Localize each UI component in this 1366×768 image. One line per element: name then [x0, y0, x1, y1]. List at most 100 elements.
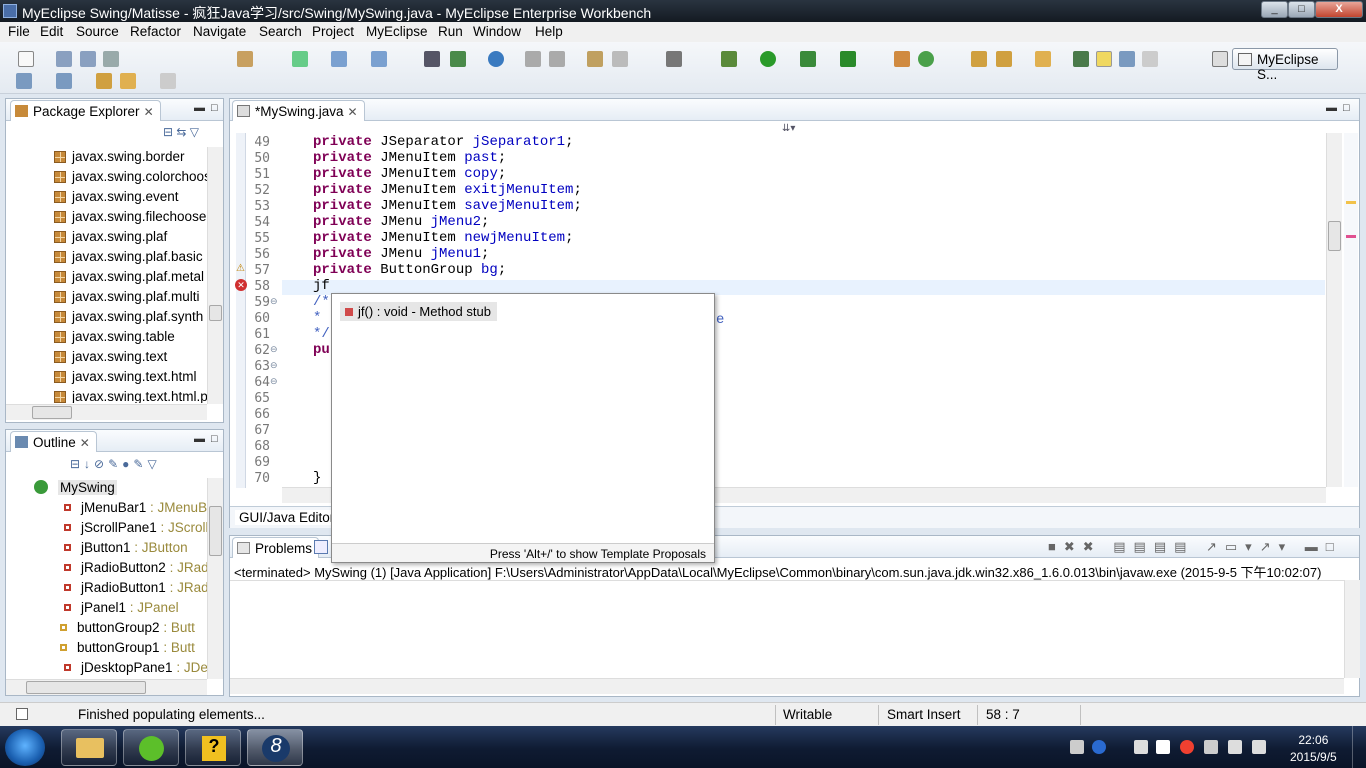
code-line[interactable]: /* — [313, 294, 330, 310]
perspective-switcher[interactable]: MyEclipse S... — [1232, 48, 1338, 82]
close-button[interactable]: X — [1315, 1, 1363, 18]
console-tab-icon[interactable] — [314, 540, 328, 554]
print-icon[interactable] — [103, 51, 119, 67]
pin-icon[interactable] — [1073, 51, 1089, 67]
prev-annotation-icon[interactable] — [56, 73, 72, 89]
run-icon[interactable] — [760, 51, 776, 67]
editor-vscrollbar[interactable] — [1326, 133, 1342, 487]
table-row[interactable]: jButton1 : JButton — [34, 538, 210, 558]
tab-package-explorer[interactable]: Package Explorer ✕ — [10, 100, 161, 121]
myeclipse-taskbar-button[interactable]: 8 — [247, 729, 303, 766]
code-line[interactable]: private JMenuItem newjMenuItem; — [313, 230, 573, 246]
list-item[interactable]: javax.swing.plaf.basic — [54, 247, 208, 267]
code-line[interactable]: private JMenuItem exitjMenuItem; — [313, 182, 582, 198]
outline-hscrollbar[interactable] — [6, 679, 207, 695]
last-edit-icon[interactable] — [96, 73, 112, 89]
tab-gui-java-editor[interactable]: GUI/Java Editor — [235, 510, 339, 525]
menu-refactor[interactable]: Refactor — [130, 24, 181, 39]
table-row[interactable]: buttonGroup1 : Butt — [34, 638, 210, 658]
list-item[interactable]: javax.swing.plaf.synth — [54, 307, 208, 327]
help-taskbar-button[interactable]: ? — [185, 729, 241, 766]
code-line[interactable]: private JMenuItem savejMenuItem; — [313, 198, 582, 214]
code-line[interactable]: jf — [313, 278, 330, 294]
list-item[interactable]: javax.swing.colorchoos — [54, 167, 208, 187]
fast-view-icon[interactable] — [16, 708, 28, 720]
console-toolbar-icons[interactable]: ■✖✖ ▤▤▤▤ ↗▭▾↗▾ ▬□ — [1048, 539, 1342, 555]
maximize-button[interactable]: □ — [1288, 1, 1315, 18]
fold-toggle-icon[interactable]: ⊖ — [270, 360, 278, 371]
highlight-icon[interactable] — [1096, 51, 1112, 67]
fold-marker-icon[interactable]: ⇊▾ — [782, 123, 795, 134]
list-item[interactable]: javax.swing.text.html — [54, 367, 208, 387]
search-tool-icon[interactable] — [996, 51, 1012, 67]
menu-help[interactable]: Help — [535, 24, 563, 39]
menu-file[interactable]: File — [8, 24, 30, 39]
close-icon[interactable]: ✕ — [348, 105, 358, 119]
next-annotation-icon[interactable] — [16, 73, 32, 89]
menu-run[interactable]: Run — [438, 24, 463, 39]
start-button[interactable] — [5, 729, 45, 766]
server-icon[interactable] — [292, 51, 308, 67]
proposal-footer[interactable]: Press 'Alt+/' to show Template Proposals — [332, 543, 714, 562]
code-line[interactable]: private JMenuItem copy; — [313, 166, 506, 182]
fold-toggle-icon[interactable]: ⊖ — [270, 344, 278, 355]
code-line[interactable]: */ — [313, 326, 330, 342]
new-package-icon[interactable] — [918, 51, 934, 67]
table-row[interactable]: jDesktopPane1 : JDe — [34, 658, 210, 678]
minimize-button[interactable]: _ — [1261, 1, 1288, 18]
tab-problems[interactable]: Problems — [232, 537, 320, 558]
back-icon[interactable] — [120, 73, 136, 89]
action-center-icon[interactable] — [1156, 740, 1170, 754]
table-row[interactable]: jRadioButton1 : JRad — [34, 578, 210, 598]
team-icon[interactable] — [424, 51, 440, 67]
show-whitespace-icon[interactable] — [1119, 51, 1135, 67]
system-clock[interactable]: 22:06 2015/9/5 — [1290, 732, 1337, 766]
list-item[interactable]: javax.swing.text.html.pa — [54, 387, 208, 403]
build-icon[interactable] — [587, 51, 603, 67]
explorer-taskbar-button[interactable] — [61, 729, 117, 766]
package-vscrollbar[interactable] — [207, 147, 223, 404]
menu-myeclipse[interactable]: MyEclipse — [366, 24, 428, 39]
list-item[interactable]: javax.swing.text — [54, 347, 208, 367]
code-line[interactable]: pu — [313, 342, 330, 358]
menu-window[interactable]: Window — [473, 24, 521, 39]
code-line[interactable]: * — [313, 310, 321, 326]
external-tools-icon[interactable] — [840, 51, 856, 67]
close-icon[interactable]: ✕ — [80, 436, 90, 450]
paragraph-icon[interactable] — [1142, 51, 1158, 67]
list-item[interactable]: javax.swing.plaf.multi — [54, 287, 208, 307]
collapse-all-icon[interactable]: ⊟ ⇆ ▽ — [163, 125, 199, 139]
outline-root[interactable]: MySwing — [34, 478, 210, 498]
list-item[interactable]: javax.swing.plaf.metal — [54, 267, 208, 287]
open-folder-icon[interactable] — [1035, 51, 1051, 67]
code-line[interactable]: private JMenu jMenu1; — [313, 246, 489, 262]
menu-search[interactable]: Search — [259, 24, 302, 39]
code-line[interactable]: private JMenu jMenu2; — [313, 214, 489, 230]
volume-icon[interactable] — [1252, 740, 1266, 754]
table-row[interactable]: buttonGroup2 : Butt — [34, 618, 210, 638]
table-row[interactable]: jScrollPane1 : JScroll — [34, 518, 210, 538]
tab-outline[interactable]: Outline ✕ — [10, 431, 97, 452]
open-task-icon[interactable] — [971, 51, 987, 67]
list-item[interactable]: javax.swing.filechooser — [54, 207, 208, 227]
profile-icon[interactable] — [612, 51, 628, 67]
browser-icon[interactable] — [371, 51, 387, 67]
close-icon[interactable]: ✕ — [144, 105, 154, 119]
console-hscrollbar[interactable] — [230, 678, 1344, 694]
outline-toolbar-icons[interactable]: ⊟↓⊘✎●✎▽ — [70, 457, 161, 471]
camera-icon[interactable] — [666, 51, 682, 67]
menu-project[interactable]: Project — [312, 24, 354, 39]
table-row[interactable]: jPanel1 : JPanel — [34, 598, 210, 618]
open-type-icon[interactable] — [237, 51, 253, 67]
save-all-icon[interactable] — [80, 51, 96, 67]
show-desktop-button[interactable] — [1352, 726, 1366, 768]
code-line[interactable]: private JMenuItem past; — [313, 150, 506, 166]
battery-icon[interactable] — [1204, 740, 1218, 754]
proposal-item[interactable]: jf() : void - Method stub — [340, 302, 497, 321]
open-perspective-icon[interactable] — [1212, 51, 1228, 67]
code-line[interactable]: private ButtonGroup bg; — [313, 262, 506, 278]
help-tray-icon[interactable] — [1092, 740, 1106, 754]
web-icon[interactable] — [488, 51, 504, 67]
view-minmax-icon[interactable]: ▬□ — [194, 102, 224, 114]
forward-icon[interactable] — [160, 73, 176, 89]
